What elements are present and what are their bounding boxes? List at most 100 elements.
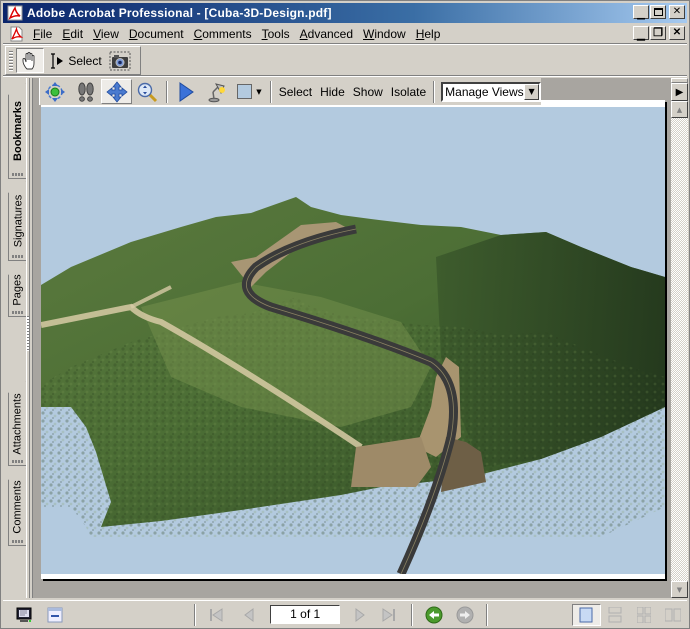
pan-arrows-icon [106,80,128,103]
menu-tools[interactable]: Tools [258,27,296,41]
tab-grip [12,255,24,258]
hand-icon [22,51,35,69]
toolbar-divider [433,80,436,103]
nav-tab-attachments[interactable]: Attachments [8,381,27,466]
previous-page-icon [243,607,254,622]
last-page-button[interactable] [380,606,397,624]
select-button[interactable]: Select [275,85,316,99]
menu-document[interactable]: Document [125,27,190,41]
doc-close-button[interactable]: ✕ [669,26,685,40]
close-icon: ✕ [672,27,682,38]
facing-layout-button[interactable] [658,604,687,626]
tab-grip [12,460,24,463]
toolbar-grip[interactable] [9,50,13,71]
last-page-icon [382,607,396,622]
doc-minimize-button[interactable]: ▁ [633,26,649,40]
arrow-down-icon: ▼ [676,585,683,594]
status-divider [193,603,196,626]
continuous-layout-button[interactable] [601,604,630,626]
menu-window[interactable]: Window [359,27,412,41]
go-back-button[interactable] [425,606,443,624]
nav-tab-comments-label: Comments [12,480,24,534]
tab-corner [8,181,27,193]
nav-tab-attachments-label: Attachments [12,392,25,455]
hand-tool-button[interactable] [16,48,44,73]
manage-views-dropdown[interactable]: Manage Views... ▼ [441,81,542,102]
back-arrow-icon [425,606,443,623]
facing-continuous-icon [636,606,651,623]
monitor-icon [16,607,32,622]
status-divider [410,603,413,626]
isolate-button[interactable]: Isolate [387,85,430,99]
zoom-tool-button[interactable] [132,79,163,104]
maximize-button[interactable] [650,5,666,19]
pdf-document-icon [10,26,24,41]
select-tool-label: Select [68,53,102,68]
walk-tool-button[interactable] [71,79,102,104]
scroll-up-button[interactable]: ▲ [671,101,688,118]
window-title: Adobe Acrobat Professional - [Cuba-3D-De… [27,6,332,20]
vertical-scrollbar[interactable]: ▲ ▼ [671,101,688,598]
page-number-input[interactable]: 1 of 1 [270,605,341,624]
manage-views-value: Manage Views... [445,84,534,99]
basic-toolbar: Select [5,46,141,75]
doc-restore-button[interactable]: ❐ [650,26,666,40]
toolbar-separator [3,75,687,77]
show-button[interactable]: Show [349,85,387,99]
3d-scene [41,197,665,574]
pan-tool-button[interactable] [101,79,133,104]
expand-panel-button[interactable]: ▶ [671,83,688,101]
select-tool-button[interactable]: Select [44,48,106,73]
menu-advanced-rest: dvanced [307,26,354,41]
scroll-down-button[interactable]: ▼ [671,581,688,598]
menu-file-rest: ile [40,26,53,41]
tab-grip [12,311,24,314]
single-page-icon [579,607,593,622]
close-button[interactable]: ✕ [669,5,685,19]
menu-view[interactable]: View [89,27,125,41]
menu-advanced[interactable]: Advanced [296,27,359,41]
splitter-grip[interactable] [27,316,29,351]
nav-tab-pages-label: Pages [12,274,25,306]
menu-tools-rest: ools [267,26,290,41]
3d-viewport[interactable] [41,107,665,574]
lighting-button[interactable] [202,79,233,104]
menu-edit[interactable]: Edit [58,27,89,41]
previous-page-button[interactable] [240,606,257,624]
chevron-down-icon: ▼ [256,87,262,96]
menu-edit-rest: dit [70,26,84,41]
hide-button[interactable]: Hide [316,85,349,99]
menu-file[interactable]: File [29,27,58,41]
nav-tab-comments[interactable]: Comments [8,468,27,546]
single-page-layout-button[interactable] [571,603,601,626]
nav-tab-bookmarks[interactable]: Bookmarks [8,83,27,179]
continuous-facing-layout-button[interactable] [629,604,658,626]
menu-comments[interactable]: Comments [190,27,258,41]
go-forward-button[interactable] [456,606,474,624]
play-animation-button[interactable] [171,79,202,104]
snapshot-tool-button[interactable] [106,48,134,73]
minimize-panel-button[interactable] [46,606,63,624]
nav-tab-signatures[interactable]: Signatures [8,181,27,261]
rotate-tool-button[interactable] [40,79,71,104]
next-page-button[interactable] [351,606,368,624]
restore-icon: ❐ [653,26,663,39]
tab-corner [8,381,27,393]
first-page-button[interactable] [208,606,225,624]
menu-bar: File Edit View Document Comments Tools A… [3,24,687,43]
menu-comments-accel: C [193,26,203,41]
text-select-icon [51,52,64,69]
background-color-button[interactable]: ▼ [232,79,267,104]
menu-window-accel: W [363,26,375,41]
facing-pages-icon [664,608,681,621]
minimize-button[interactable]: ▁ [633,5,649,19]
status-divider [485,603,488,626]
3d-toolbar: ▼ Select Hide Show Isolate Manage Views.… [39,78,542,105]
minimize-icon: ▁ [637,8,645,20]
nav-tab-pages[interactable]: Pages [8,263,27,317]
tab-grip [12,540,24,543]
dropdown-arrow-button[interactable]: ▼ [524,83,540,100]
acrobat-window: Adobe Acrobat Professional - [Cuba-3D-De… [0,0,690,629]
menu-help[interactable]: Help [412,27,447,41]
full-screen-button[interactable] [15,606,32,624]
